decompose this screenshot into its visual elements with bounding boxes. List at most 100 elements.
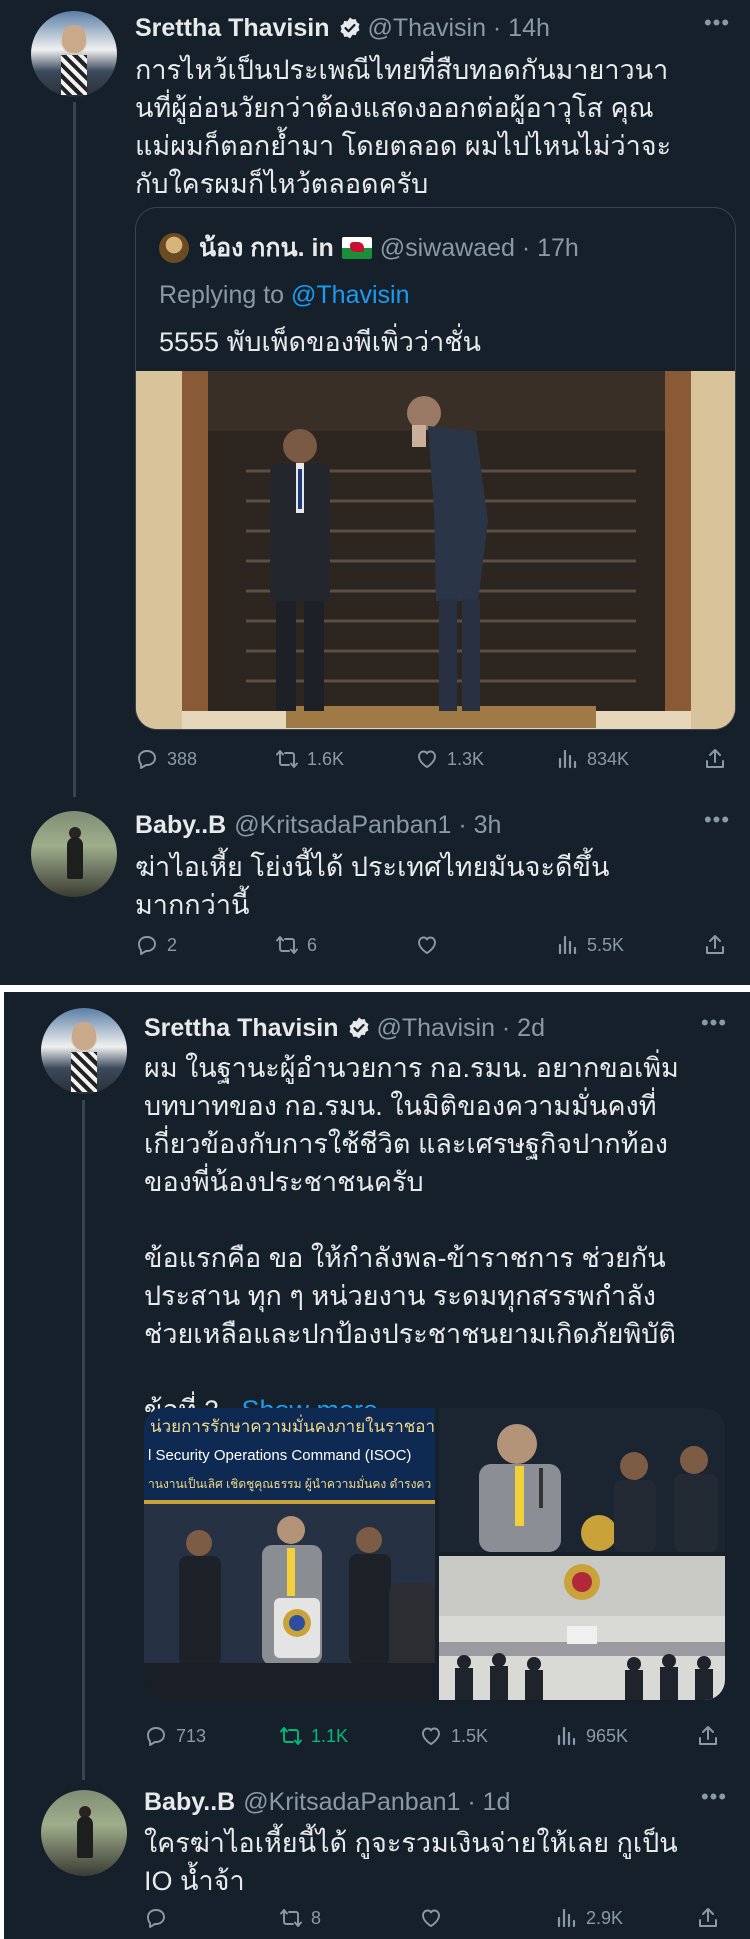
banner-line-3: านงานเป็นเลิศ เชิดชูคุณธรรม ผู้นำความมั่… — [148, 1475, 431, 1492]
reply-button[interactable]: 713 — [144, 1718, 206, 1754]
views-button[interactable]: 2.9K — [554, 1900, 623, 1936]
reply-icon — [144, 1906, 168, 1930]
views-button[interactable]: 965K — [554, 1718, 628, 1754]
author-handle-time[interactable]: @KritsadaPanban1 · 1d — [243, 1788, 510, 1817]
quoted-author-handle-time[interactable]: @siwawaed · 17h — [380, 234, 579, 263]
avatar-baby-b[interactable] — [41, 1790, 127, 1876]
media-photo-2[interactable] — [439, 1408, 725, 1552]
reply-text: ฆ่าไอเหี้ย โย่งนี้ได้ ประเทศไทยมันจะดีขึ… — [135, 852, 610, 920]
media-photo-3[interactable] — [439, 1556, 725, 1700]
share-button[interactable] — [703, 927, 727, 963]
retweet-count: 1.1K — [311, 1725, 349, 1746]
replying-to: Replying to @Thavisin — [159, 281, 410, 310]
views-icon — [555, 747, 579, 771]
views-count: 2.9K — [586, 1907, 624, 1928]
author-name[interactable]: Srettha Thavisin — [144, 1014, 339, 1043]
reply-icon — [144, 1724, 168, 1748]
media-photo-1[interactable]: น่วยการรักษาความมั่นคงภายในราชอาณาจ l Se… — [144, 1408, 435, 1700]
reply-icon — [135, 933, 159, 957]
avatar-baby-b[interactable] — [31, 811, 117, 897]
banner-line-2: l Security Operations Command (ISOC) — [148, 1447, 411, 1464]
retweet-button[interactable]: 6 — [275, 927, 317, 963]
reply-header: Baby..B @KritsadaPanban1 · 3h — [135, 805, 501, 845]
avatar-srettha[interactable] — [41, 1008, 127, 1094]
avatar-srettha[interactable] — [31, 11, 117, 97]
views-button[interactable]: 5.5K — [555, 927, 624, 963]
retweet-icon — [279, 1724, 303, 1748]
retweet-count: 6 — [307, 934, 318, 955]
retweet-icon — [275, 933, 299, 957]
media-grid: น่วยการรักษาความมั่นคงภายในราชอาณาจ l Se… — [144, 1408, 725, 1700]
replying-to-label: Replying to — [159, 281, 292, 309]
photo-podium-speech: น่วยการรักษาความมั่นคงภายในราชอาณาจ l Se… — [144, 1408, 435, 1700]
thread-line — [73, 102, 76, 797]
quoted-tweet-header: น้อง กกน. in @siwawaed · 17h — [159, 228, 579, 268]
wales-flag-icon — [341, 237, 372, 259]
like-count: 1.5K — [451, 1725, 489, 1746]
share-icon — [703, 933, 727, 957]
like-icon — [419, 1724, 443, 1748]
share-button[interactable] — [703, 741, 727, 777]
like-icon — [419, 1906, 443, 1930]
tweet-text: ผม ในฐานะผู้อำนวยการ กอ.รมน. อยากขอเพิ่ม… — [144, 1049, 744, 1429]
quoted-photo[interactable] — [136, 371, 735, 729]
views-count: 965K — [586, 1725, 629, 1746]
tweet-header: Srettha Thavisin @Thavisin · 14h — [135, 8, 550, 48]
reply-count: 713 — [176, 1725, 207, 1746]
like-button[interactable] — [419, 1900, 451, 1936]
tweet-actions: 388 1.6K 1.3K 834K — [135, 741, 736, 777]
quoted-tweet-text: 5555 พับเพ็ดของพีเพิ่วว่าชั่น — [159, 327, 482, 357]
share-icon — [703, 747, 727, 771]
retweet-button[interactable]: 1.1K — [279, 1718, 348, 1754]
views-button[interactable]: 834K — [555, 741, 629, 777]
screenshot-panel-1: Srettha Thavisin @Thavisin · 14h ••• การ… — [0, 0, 750, 985]
views-icon — [554, 1906, 578, 1930]
more-icon[interactable]: ••• — [696, 1786, 732, 1810]
quoted-tweet[interactable]: น้อง กกน. in @siwawaed · 17h Replying to… — [135, 207, 736, 730]
author-name[interactable]: Baby..B — [135, 811, 226, 840]
photo-two-men-doorway — [136, 371, 735, 729]
share-icon — [696, 1906, 720, 1930]
share-icon — [696, 1724, 720, 1748]
author-name[interactable]: Baby..B — [144, 1788, 235, 1817]
author-name[interactable]: Srettha Thavisin — [135, 14, 330, 43]
share-button[interactable] — [696, 1718, 720, 1754]
reply-header: Baby..B @KritsadaPanban1 · 1d — [144, 1782, 510, 1822]
tweet-actions: 713 1.1K 1.5K 965K — [144, 1718, 725, 1754]
photo-speaker-closeup — [439, 1408, 725, 1552]
tweet-text: การไหว้เป็นประเพณีไทยที่สืบทอดกันมายาวนา… — [135, 55, 672, 199]
reply-button[interactable]: 2 — [135, 927, 177, 963]
tweet-header: Srettha Thavisin @Thavisin · 2d — [144, 1008, 545, 1048]
retweet-icon — [279, 1906, 303, 1930]
like-icon — [415, 747, 439, 771]
reply-text: ใครฆ่าไอเหี้ยนี้ได้ กูจะรวมเงินจ่ายให้เล… — [144, 1828, 678, 1896]
reply-button[interactable]: 388 — [135, 741, 197, 777]
views-icon — [554, 1724, 578, 1748]
retweet-button[interactable]: 8 — [279, 1900, 321, 1936]
quoted-author-name[interactable]: น้อง กกน. in — [199, 228, 334, 268]
thread-line — [82, 1100, 85, 1780]
like-button[interactable]: 1.5K — [419, 1718, 488, 1754]
like-button[interactable] — [415, 927, 447, 963]
photo-meeting-room — [439, 1556, 725, 1700]
retweet-button[interactable]: 1.6K — [275, 741, 344, 777]
verified-badge-icon — [347, 1016, 371, 1040]
replying-to-handle[interactable]: @Thavisin — [291, 281, 409, 309]
retweet-icon — [275, 747, 299, 771]
reply-button[interactable] — [144, 1900, 176, 1936]
views-icon — [555, 933, 579, 957]
quoted-avatar[interactable] — [159, 233, 189, 263]
like-button[interactable]: 1.3K — [415, 741, 484, 777]
reply-count: 388 — [167, 748, 198, 769]
share-button[interactable] — [696, 1900, 720, 1936]
more-icon[interactable]: ••• — [699, 809, 735, 833]
author-handle-time[interactable]: @KritsadaPanban1 · 3h — [234, 811, 501, 840]
more-icon[interactable]: ••• — [696, 1012, 732, 1036]
more-icon[interactable]: ••• — [699, 12, 735, 36]
verified-badge-icon — [338, 16, 362, 40]
retweet-count: 8 — [311, 1907, 322, 1928]
author-handle-time[interactable]: @Thavisin · 14h — [368, 14, 550, 43]
reply-icon — [135, 747, 159, 771]
author-handle-time[interactable]: @Thavisin · 2d — [377, 1014, 546, 1043]
views-count: 5.5K — [587, 934, 625, 955]
